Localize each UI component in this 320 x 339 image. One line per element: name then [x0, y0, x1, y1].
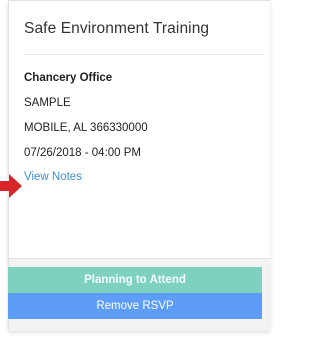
event-card-view: Safe Environment Training Chancery Offic… — [0, 0, 271, 339]
view-notes-link[interactable]: View Notes — [24, 171, 82, 183]
event-datetime: 07/26/2018 - 04:00 PM — [24, 147, 141, 159]
event-title: Safe Environment Training — [24, 20, 210, 37]
remove-rsvp-button[interactable]: Remove RSVP — [8, 293, 262, 319]
title-divider — [24, 54, 264, 55]
right-arrow-icon — [0, 174, 22, 198]
event-location-name: SAMPLE — [24, 97, 71, 109]
event-city-state-zip: MOBILE, AL 366330000 — [24, 122, 148, 134]
planning-to-attend-button[interactable]: Planning to Attend — [8, 267, 262, 293]
event-organization: Chancery Office — [24, 72, 113, 84]
